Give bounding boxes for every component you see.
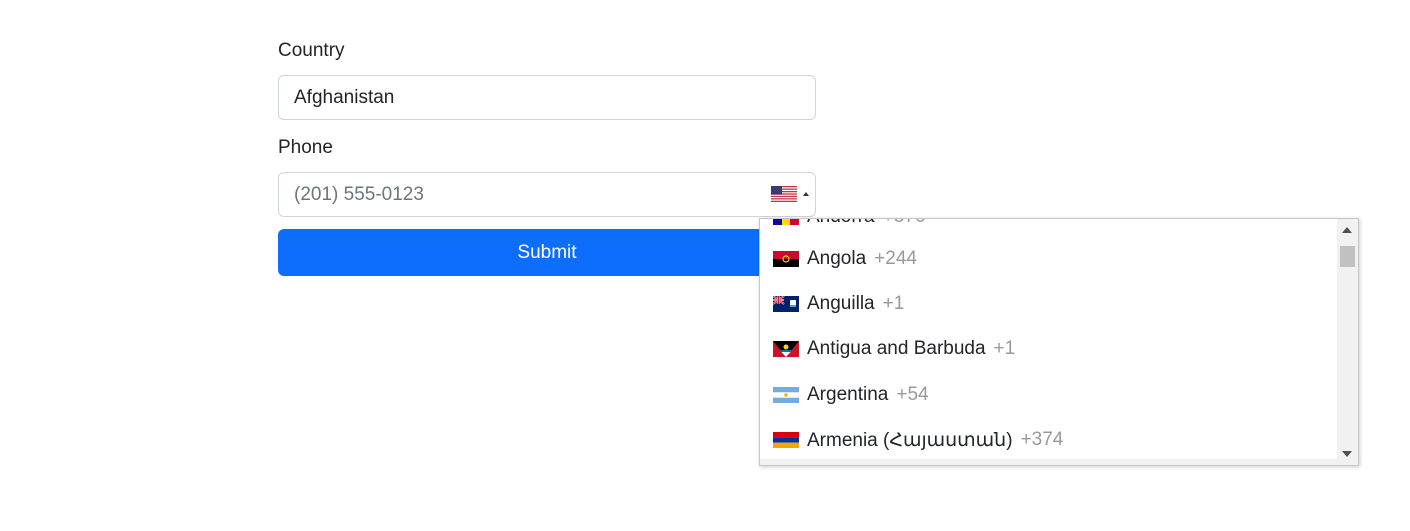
- armenia-flag-icon: [773, 432, 799, 448]
- country-name: Angola: [807, 248, 867, 269]
- dial-code: +1: [993, 338, 1016, 359]
- angola-flag-icon: [773, 251, 799, 267]
- dial-code: +244: [874, 248, 917, 269]
- argentina-flag-icon: [773, 387, 799, 403]
- dial-code: +376: [883, 219, 926, 228]
- scroll-thumb[interactable]: [1340, 246, 1355, 267]
- country-name: Antigua and Barbuda: [807, 338, 986, 359]
- submit-button[interactable]: Submit: [278, 229, 816, 276]
- country-name: Andorra: [807, 219, 875, 228]
- andorra-flag-icon: [773, 219, 799, 225]
- country-label: Country: [278, 40, 345, 61]
- horizontal-scrollbar[interactable]: [760, 459, 1338, 465]
- dial-code: +1: [882, 293, 905, 314]
- list-item[interactable]: Angola +244: [773, 247, 917, 271]
- country-list[interactable]: Andorra +376 Angola +244: [760, 219, 1338, 465]
- list-item[interactable]: Anguilla +1: [773, 292, 904, 316]
- caret-up-icon: [803, 192, 809, 196]
- antigua-flag-icon: [773, 341, 799, 357]
- country-name: Argentina: [807, 384, 889, 405]
- country-name: Anguilla: [807, 293, 875, 314]
- list-item[interactable]: Argentina +54: [773, 383, 929, 407]
- scroll-down-arrow-icon[interactable]: [1342, 451, 1352, 457]
- country-value: Afghanistan: [294, 86, 395, 108]
- dial-code: +54: [896, 384, 929, 405]
- list-item[interactable]: Armenia (Հայաստան) +374: [773, 428, 1063, 452]
- phone-label: Phone: [278, 137, 333, 158]
- us-flag-icon: [771, 186, 797, 202]
- vertical-scrollbar[interactable]: [1337, 219, 1358, 465]
- country-code-selector[interactable]: [771, 186, 809, 202]
- list-item[interactable]: Antigua and Barbuda +1: [773, 337, 1015, 361]
- phone-input[interactable]: (201) 555-0123: [278, 172, 816, 217]
- page: Country Afghanistan Phone (201) 555-0123…: [0, 0, 1410, 531]
- dial-code: +374: [1020, 429, 1064, 450]
- anguilla-flag-icon: [773, 296, 799, 312]
- country-name: Armenia (Հայաստան): [807, 429, 1013, 451]
- phone-placeholder: (201) 555-0123: [294, 183, 424, 205]
- scroll-up-arrow-icon[interactable]: [1342, 227, 1352, 233]
- list-item[interactable]: Andorra +376: [773, 219, 925, 229]
- country-dropdown[interactable]: Andorra +376 Angola +244: [759, 218, 1359, 466]
- country-input[interactable]: Afghanistan: [278, 75, 816, 120]
